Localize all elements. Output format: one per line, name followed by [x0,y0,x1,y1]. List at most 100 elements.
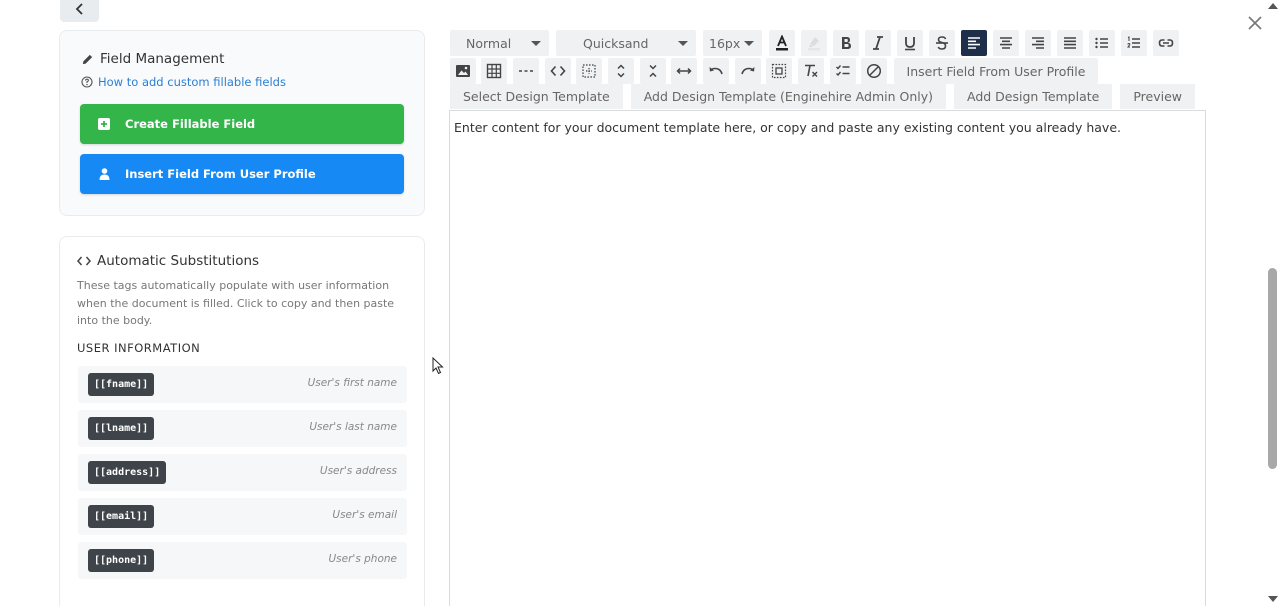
automatic-substitutions-header: Automatic Substitutions [77,253,259,269]
highlight-color-button[interactable] [801,30,827,56]
insert-field-from-profile-tool[interactable]: Insert Field From User Profile [894,58,1098,84]
bullet-list-icon [1095,37,1108,49]
chevron-left-icon [75,3,83,15]
create-fillable-field-button[interactable]: Create Fillable Field [80,104,404,144]
link-icon [1158,39,1174,47]
tag-chip[interactable]: [[fname]] [88,373,155,396]
document-editor[interactable]: Enter content for your document template… [449,110,1206,606]
link-button[interactable] [1153,30,1179,56]
collapse-vertical-button[interactable] [640,58,666,84]
caret-down-icon [744,40,754,46]
disable-button[interactable] [861,58,887,84]
bold-button[interactable] [833,30,859,56]
align-left-icon [968,37,980,49]
scroll-up-arrow-icon[interactable] [1268,3,1278,9]
tag-description: User's phone [328,553,398,565]
help-link-text: How to add custom fillable fields [98,75,286,89]
font-size-value: 16px [709,35,741,51]
create-fillable-field-label: Create Fillable Field [125,117,256,131]
tag-row[interactable]: [[email]] User's email [78,498,407,535]
numbered-list-button[interactable] [1121,30,1147,56]
tag-row[interactable]: [[phone]] User's phone [78,542,407,579]
expand-vertical-button[interactable] [608,58,634,84]
bold-icon [842,37,851,49]
align-right-icon [1032,37,1044,49]
tab-select-design-template[interactable]: Select Design Template [450,84,623,109]
tag-description: User's last name [309,421,397,433]
insert-field-tool-label: Insert Field From User Profile [906,63,1086,79]
redo-button[interactable] [735,58,761,84]
paragraph-style-select[interactable]: Normal [450,30,549,56]
select-block-button[interactable] [766,58,792,84]
checklist-icon [836,65,850,77]
checklist-button[interactable] [830,58,856,84]
font-size-select[interactable]: 16px [703,30,762,56]
expand-vertical-icon [617,64,625,78]
user-icon [97,167,111,181]
bullet-list-button[interactable] [1089,30,1115,56]
insert-table-button[interactable] [481,58,507,84]
tag-chip[interactable]: [[phone]] [88,549,155,572]
insert-image-button[interactable] [450,58,476,84]
back-button[interactable] [60,0,99,22]
horizontal-rule-button[interactable] [513,58,539,84]
expand-horizontal-icon [676,67,692,75]
select-all-button[interactable] [576,58,602,84]
code-icon [550,65,566,77]
align-center-button[interactable] [993,30,1019,56]
select-block-icon [771,63,787,79]
field-management-header: Field Management [81,51,224,67]
tag-row[interactable]: [[lname]] User's last name [78,410,407,447]
tag-chip[interactable]: [[email]] [88,505,155,528]
clear-formatting-icon [805,64,818,77]
scroll-down-arrow-icon[interactable] [1268,596,1278,602]
table-icon [486,63,502,79]
tag-description: User's first name [307,377,397,389]
automatic-substitutions-title: Automatic Substitutions [97,253,260,269]
tab-add-design-template[interactable]: Add Design Template [954,84,1113,109]
expand-horizontal-button[interactable] [671,58,697,84]
tag-row[interactable]: [[address]] User's address [78,454,407,491]
tab-preview[interactable]: Preview [1120,84,1196,109]
align-right-button[interactable] [1025,30,1051,56]
field-management-card: Field Management How to add custom filla… [59,30,425,216]
collapse-vertical-icon [649,64,657,78]
italic-icon [873,36,883,50]
template-tabs: Select Design Template Add Design Templa… [450,84,1203,109]
plus-square-icon [97,117,111,131]
caret-down-icon [678,40,688,46]
align-left-button[interactable] [961,30,987,56]
tag-chip[interactable]: [[lname]] [88,417,155,440]
help-link[interactable]: How to add custom fillable fields [81,75,286,89]
italic-button[interactable] [865,30,891,56]
tag-chip[interactable]: [[address]] [88,461,167,484]
image-icon [456,65,470,77]
horizontal-rule-icon [519,70,533,72]
clear-formatting-button[interactable] [798,58,824,84]
highlight-icon [808,37,820,51]
font-family-value: Quicksand [583,35,649,51]
close-button[interactable] [1246,14,1264,32]
code-view-button[interactable] [545,58,571,84]
scrollbar-thumb[interactable] [1268,268,1277,469]
ban-icon [866,63,882,79]
font-family-select[interactable]: Quicksand [556,30,696,56]
tag-row[interactable]: [[fname]] User's first name [78,366,407,403]
insert-field-from-profile-button[interactable]: Insert Field From User Profile [80,154,404,194]
paragraph-style-value: Normal [466,35,512,51]
text-color-icon [776,35,788,51]
align-justify-icon [1064,37,1076,49]
text-color-button[interactable] [769,30,795,56]
caret-down-icon [531,40,541,46]
editor-content[interactable]: Enter content for your document template… [454,120,1121,135]
strikethrough-button[interactable] [929,30,955,56]
underline-button[interactable] [897,30,923,56]
insert-field-label: Insert Field From User Profile [125,167,316,181]
pencil-icon [82,54,93,64]
align-justify-button[interactable] [1057,30,1083,56]
undo-button[interactable] [703,58,729,84]
automatic-substitutions-description: These tags automatically populate with u… [77,279,395,327]
tab-add-design-template-admin[interactable]: Add Design Template (Enginehire Admin On… [630,84,946,109]
numbered-list-icon [1127,36,1140,48]
strikethrough-icon [936,36,948,50]
